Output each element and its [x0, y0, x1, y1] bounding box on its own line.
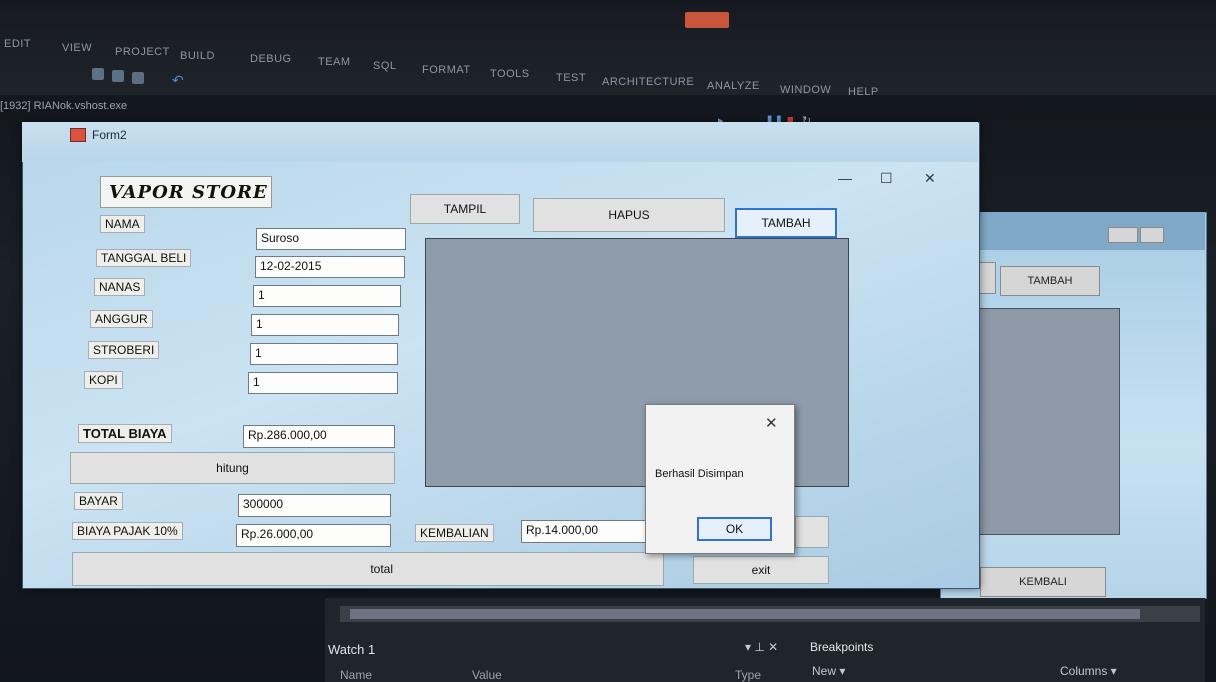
- bp-new-button[interactable]: New ▾: [812, 664, 845, 678]
- anggur-field[interactable]: 1: [251, 314, 399, 336]
- undo-icon[interactable]: ↶: [172, 72, 184, 89]
- menu-project[interactable]: PROJECT: [115, 46, 170, 58]
- store-logo: VAPOR STORE: [100, 176, 272, 208]
- solution-icon[interactable]: [132, 72, 144, 84]
- label-total-biaya: TOTAL BIAYA: [78, 424, 172, 443]
- message-text: Berhasil Disimpan: [655, 468, 744, 480]
- label-nanas: NANAS: [94, 278, 146, 296]
- menu-architecture[interactable]: ARCHITECTURE: [602, 76, 694, 88]
- tanggal-beli-field[interactable]: 12-02-2015: [255, 256, 405, 278]
- stroberi-field[interactable]: 1: [250, 343, 398, 365]
- form-icon: [70, 128, 86, 142]
- simpan-button[interactable]: [795, 516, 829, 548]
- form2-titlebar: [22, 122, 978, 162]
- tampil-button[interactable]: TAMPIL: [410, 194, 520, 224]
- watch-col-type[interactable]: Type: [735, 668, 761, 682]
- label-bayar: BAYAR: [74, 492, 123, 510]
- exit-button[interactable]: exit: [693, 556, 829, 584]
- bg-data-grid[interactable]: [962, 308, 1120, 535]
- label-stroberi: STROBERI: [88, 341, 160, 359]
- bayar-field[interactable]: 300000: [238, 494, 391, 517]
- process-label: [1932] RIANok.vshost.exe: [0, 100, 128, 112]
- maximize-icon[interactable]: ☐: [880, 170, 893, 187]
- menu-build[interactable]: BUILD: [180, 50, 215, 62]
- hitung-button[interactable]: hitung: [70, 452, 395, 484]
- biaya-pajak-field[interactable]: Rp.26.000,00: [236, 524, 391, 547]
- watch-panel-title[interactable]: Watch 1: [328, 642, 375, 657]
- msgbox-close-icon[interactable]: ✕: [765, 414, 778, 432]
- menu-team[interactable]: TEAM: [318, 56, 351, 68]
- tambah-button[interactable]: TAMBAH: [735, 208, 837, 238]
- save-icon[interactable]: [92, 68, 104, 80]
- ide-menubar: EDIT VIEW PROJECT BUILD DEBUG TEAM SQL F…: [0, 0, 1216, 98]
- bg-minimize-button[interactable]: [1108, 227, 1138, 243]
- ok-button[interactable]: OK: [697, 517, 772, 541]
- menu-view[interactable]: VIEW: [62, 42, 92, 54]
- hapus-button[interactable]: HAPUS: [533, 198, 725, 232]
- bp-columns-button[interactable]: Columns ▾: [1060, 664, 1117, 678]
- save-all-icon[interactable]: [112, 70, 124, 82]
- watch-col-name[interactable]: Name: [340, 668, 372, 682]
- label-tanggal-beli: TANGGAL BELI: [96, 249, 192, 267]
- menu-debug[interactable]: DEBUG: [250, 53, 292, 65]
- bg-tambah-button[interactable]: TAMBAH: [1000, 266, 1100, 296]
- menu-tools[interactable]: TOOLS: [490, 68, 530, 80]
- total-button[interactable]: total: [72, 552, 664, 586]
- label-kembalian: KEMBALIAN: [415, 524, 494, 542]
- menu-window[interactable]: WINDOW: [780, 84, 831, 96]
- label-biaya-pajak: BIAYA PAJAK 10%: [72, 522, 183, 540]
- bg-kembali-button[interactable]: KEMBALI: [980, 567, 1106, 597]
- form2-title: Form2: [92, 128, 127, 142]
- panel-pin-icon[interactable]: ▾ ⊥ ✕: [745, 640, 778, 654]
- top-badge: [685, 12, 729, 28]
- watch-col-value[interactable]: Value: [472, 668, 502, 682]
- menu-help[interactable]: HELP: [848, 86, 879, 98]
- label-kopi: KOPI: [84, 371, 123, 389]
- scrollbar-thumb[interactable]: [350, 609, 1140, 619]
- minimize-icon[interactable]: —: [838, 170, 852, 186]
- menu-analyze[interactable]: ANALYZE: [707, 80, 760, 92]
- nama-field[interactable]: Suroso: [256, 228, 406, 250]
- kopi-field[interactable]: 1: [248, 372, 398, 394]
- menu-format[interactable]: FORMAT: [422, 64, 471, 76]
- menu-sql[interactable]: SQL: [373, 60, 397, 72]
- bg-maximize-button[interactable]: [1140, 227, 1164, 243]
- menu-test[interactable]: TEST: [556, 72, 586, 84]
- total-biaya-field[interactable]: Rp.286.000,00: [243, 425, 395, 448]
- breakpoints-panel-title[interactable]: Breakpoints: [810, 640, 873, 654]
- close-icon[interactable]: ✕: [924, 170, 936, 187]
- nanas-field[interactable]: 1: [253, 285, 401, 307]
- menu-edit[interactable]: EDIT: [4, 38, 31, 50]
- label-nama: NAMA: [100, 215, 145, 233]
- kembalian-field[interactable]: Rp.14.000,00: [521, 520, 659, 543]
- label-anggur: ANGGUR: [90, 310, 153, 328]
